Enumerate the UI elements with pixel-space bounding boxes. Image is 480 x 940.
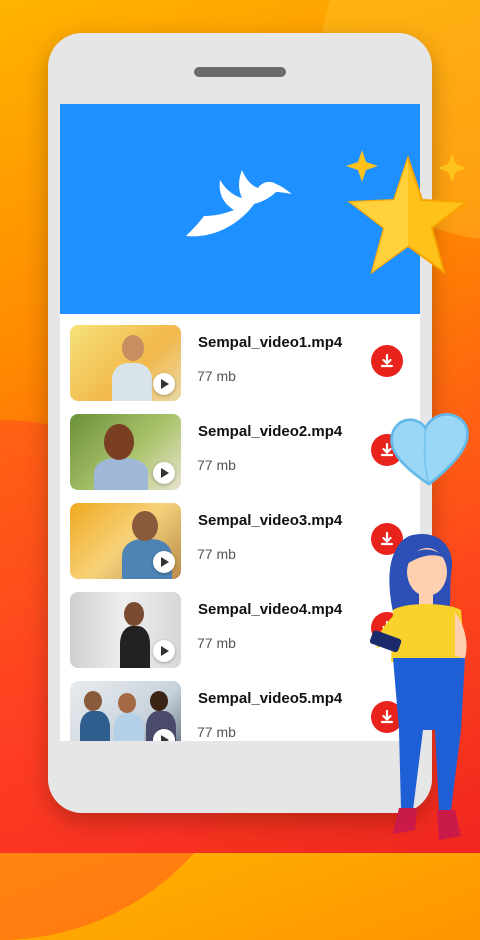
- video-size: 77 mb: [197, 635, 236, 651]
- video-size: 77 mb: [197, 457, 236, 473]
- play-icon[interactable]: [153, 551, 175, 573]
- video-size: 77 mb: [197, 368, 236, 384]
- video-filename: Sempal_video2.mp4: [198, 423, 343, 440]
- phone-speaker: [194, 67, 286, 77]
- bird-logo-icon: [186, 170, 292, 237]
- play-icon[interactable]: [153, 373, 175, 395]
- girl-illustration: [369, 533, 467, 840]
- download-icon: [380, 353, 394, 368]
- video-size: 77 mb: [197, 546, 236, 562]
- heart-icon: [390, 413, 469, 486]
- video-thumbnail[interactable]: [70, 681, 181, 741]
- video-thumbnail[interactable]: [70, 325, 181, 401]
- list-item[interactable]: Sempal_video2.mp4 77 mb: [60, 411, 420, 500]
- star-icon: [346, 150, 469, 275]
- video-filename: Sempal_video5.mp4: [198, 690, 343, 707]
- download-button[interactable]: [371, 345, 403, 377]
- video-filename: Sempal_video1.mp4: [198, 334, 343, 351]
- list-item[interactable]: Sempal_video1.mp4 77 mb: [60, 322, 420, 411]
- video-filename: Sempal_video4.mp4: [198, 601, 343, 618]
- video-filename: Sempal_video3.mp4: [198, 512, 343, 529]
- video-thumbnail[interactable]: [70, 592, 181, 668]
- video-size: 77 mb: [197, 724, 236, 740]
- play-icon[interactable]: [153, 462, 175, 484]
- play-icon[interactable]: [153, 640, 175, 662]
- video-thumbnail[interactable]: [70, 503, 181, 579]
- video-thumbnail[interactable]: [70, 414, 181, 490]
